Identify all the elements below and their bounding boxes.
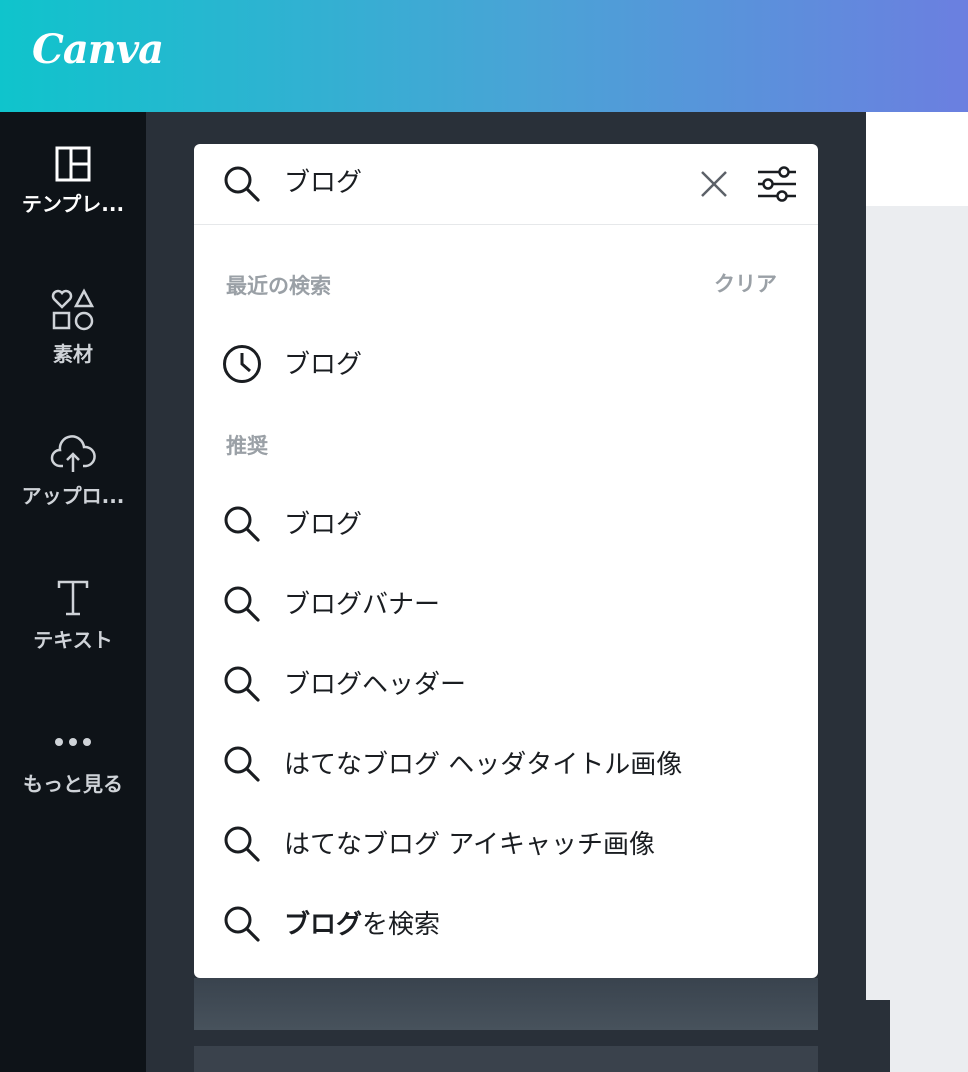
sidebar-item-label: もっと見る <box>23 772 123 796</box>
clock-icon <box>223 345 261 383</box>
search-icon <box>224 506 260 542</box>
template-thumbnail[interactable] <box>194 1046 818 1072</box>
sidebar-item-label: テンプレ... <box>21 192 125 216</box>
search-icon <box>224 746 260 782</box>
recent-search-text: ブログ <box>284 350 363 380</box>
search-bar: ブログ <box>194 144 818 225</box>
suggestion-item[interactable]: はてなブログ ヘッダタイトル画像 <box>194 730 818 794</box>
sidebar-item-more[interactable]: もっと見る <box>0 732 146 797</box>
search-icon <box>224 586 260 622</box>
recent-searches-heading: 最近の検索 <box>226 274 331 298</box>
suggestion-text: ブログバナー <box>284 590 441 620</box>
search-for-suffix: を検索 <box>362 910 441 940</box>
suggestion-text: はてなブログ ヘッダタイトル画像 <box>284 750 683 780</box>
suggestions-heading: 推奨 <box>226 434 268 458</box>
text-t-icon <box>57 580 89 616</box>
canvas-area <box>866 112 968 206</box>
filter-sliders-icon[interactable] <box>756 164 798 204</box>
canva-logo[interactable]: Canva <box>32 26 164 73</box>
template-thumbnail[interactable] <box>194 978 818 1030</box>
search-for-term-text: ブログを検索 <box>284 904 440 941</box>
sidebar-item-label: 素材 <box>53 342 93 366</box>
search-for-term-item[interactable]: ブログを検索 <box>194 890 818 954</box>
close-icon[interactable] <box>698 168 730 200</box>
template-layout-icon <box>55 146 91 182</box>
suggestion-text: ブログ <box>284 510 363 540</box>
suggestion-item[interactable]: ブログバナー <box>194 570 818 634</box>
search-icon <box>224 826 260 862</box>
more-dots-icon <box>55 738 91 746</box>
search-input[interactable]: ブログ <box>284 162 362 199</box>
search-icon <box>224 666 260 702</box>
recent-search-item[interactable]: ブログ <box>194 330 818 394</box>
suggestion-item[interactable]: ブログ <box>194 490 818 554</box>
search-term-bold: ブログ <box>284 910 363 940</box>
sidebar-item-text[interactable]: テキスト <box>0 578 146 653</box>
top-header: Canva <box>0 0 968 112</box>
divider <box>0 256 146 258</box>
suggestion-text: はてなブログ アイキャッチ画像 <box>284 830 655 860</box>
sidebar-item-templates[interactable]: テンプレ... <box>0 146 146 217</box>
search-icon <box>224 906 260 942</box>
panel-collapse-handle[interactable] <box>844 1000 890 1072</box>
clear-recent-button[interactable]: クリア <box>714 268 777 298</box>
sidebar-item-label: テキスト <box>33 628 113 652</box>
suggestion-text: ブログヘッダー <box>284 670 467 700</box>
shapes-icon <box>51 288 95 331</box>
search-icon <box>224 166 260 202</box>
cloud-upload-icon <box>50 435 96 472</box>
suggestion-item[interactable]: ブログヘッダー <box>194 650 818 714</box>
sidebar-item-label: アップロ... <box>21 484 125 508</box>
sidebar-item-uploads[interactable]: アップロ... <box>0 434 146 509</box>
suggestion-item[interactable]: はてなブログ アイキャッチ画像 <box>194 810 818 874</box>
sidebar-item-elements[interactable]: 素材 <box>0 288 146 367</box>
search-dropdown: ブログ 最近の検索 クリア ブログ 推奨 ブログ ブログバナー ブログヘッダー … <box>194 144 818 978</box>
